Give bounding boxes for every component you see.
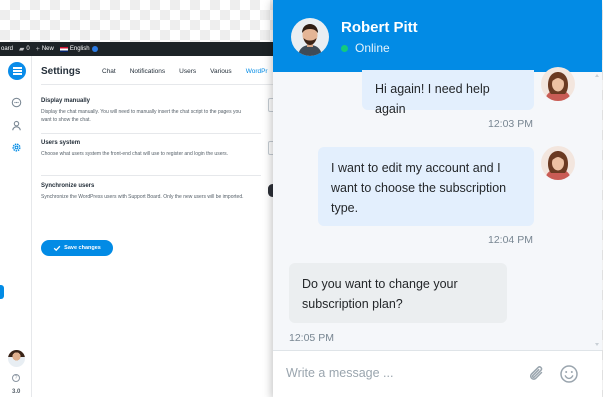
help-icon[interactable]: ? xyxy=(12,374,20,382)
tabs-divider xyxy=(41,84,300,85)
admin-window: oard ▰ 0 + New English ? 3.0 Settings Chat… xyxy=(0,42,300,397)
info-icon xyxy=(91,46,98,52)
attachment-icon[interactable] xyxy=(527,364,547,384)
option-description: Choose what users system the front-end c… xyxy=(41,151,229,157)
divider xyxy=(41,133,261,134)
message-time: 12:04 PM xyxy=(488,234,533,246)
tab-wordpress[interactable]: WordPr xyxy=(246,68,268,75)
plus-icon: + xyxy=(35,45,40,53)
page-title: Settings xyxy=(41,66,81,77)
tab-various[interactable]: Various xyxy=(210,68,232,75)
version-label: 3.0 xyxy=(12,389,21,395)
tab-chat[interactable]: Chat xyxy=(102,68,116,75)
conversations-icon[interactable] xyxy=(11,97,22,108)
agent-name: Robert Pitt xyxy=(341,19,418,36)
chat-window: Robert Pitt Online Hi again! I need help… xyxy=(273,0,602,397)
option-description: Display the chat manually. You will need… xyxy=(41,109,242,123)
option-title: Users system xyxy=(41,140,81,146)
users-icon[interactable] xyxy=(11,120,22,131)
user-avatar xyxy=(541,146,575,180)
message-time: 12:05 PM xyxy=(289,332,334,344)
message-bubble-received: Do you want to change your subscription … xyxy=(289,263,507,323)
chat-header: Robert Pitt Online xyxy=(273,0,602,72)
agent-avatar xyxy=(291,18,329,56)
flag-icon xyxy=(59,46,68,52)
chat-scrollbar[interactable] xyxy=(594,72,600,348)
message-time: 12:03 PM xyxy=(488,118,533,130)
comment-icon: ▰ xyxy=(19,46,25,53)
site-link[interactable]: oard xyxy=(1,46,13,52)
tab-users[interactable]: Users xyxy=(179,68,196,75)
online-indicator xyxy=(341,45,348,52)
language-switcher[interactable]: English xyxy=(59,46,98,52)
check-icon xyxy=(53,245,61,252)
option-synchronize-users: Synchronize users Synchronize the WordPr… xyxy=(41,183,251,201)
save-button[interactable]: Save changes xyxy=(41,240,113,256)
wordpress-admin-bar: oard ▰ 0 + New English xyxy=(0,42,300,56)
message-bubble-sent: Hi again! I need help again xyxy=(362,70,534,116)
app-sidebar: ? 3.0 xyxy=(0,56,32,397)
collapse-handle[interactable] xyxy=(0,285,4,299)
comments-link[interactable]: ▰ 0 xyxy=(19,45,30,53)
divider xyxy=(41,175,261,176)
agent-status: Online xyxy=(355,41,390,55)
logo-icon[interactable] xyxy=(8,62,26,80)
option-users-system: Users system Choose what users system th… xyxy=(41,140,251,158)
user-avatar xyxy=(541,67,575,101)
option-description: Synchronize the WordPress users with Sup… xyxy=(41,194,244,200)
message-bubble-sent: I want to edit my account and I want to … xyxy=(318,147,534,226)
message-input[interactable]: Write a message ... xyxy=(286,366,506,384)
settings-icon[interactable] xyxy=(11,142,22,153)
option-title: Synchronize users xyxy=(41,183,95,189)
message-composer: Write a message ... xyxy=(273,350,602,397)
avatar[interactable] xyxy=(8,350,25,367)
option-display-manually: Display manually Display the chat manual… xyxy=(41,98,251,124)
settings-tabs: Chat Notifications Users Various WordPr xyxy=(102,68,268,75)
new-link[interactable]: + New xyxy=(36,46,54,53)
option-title: Display manually xyxy=(41,98,91,104)
tab-notifications[interactable]: Notifications xyxy=(130,68,165,75)
emoji-icon[interactable] xyxy=(559,364,579,384)
